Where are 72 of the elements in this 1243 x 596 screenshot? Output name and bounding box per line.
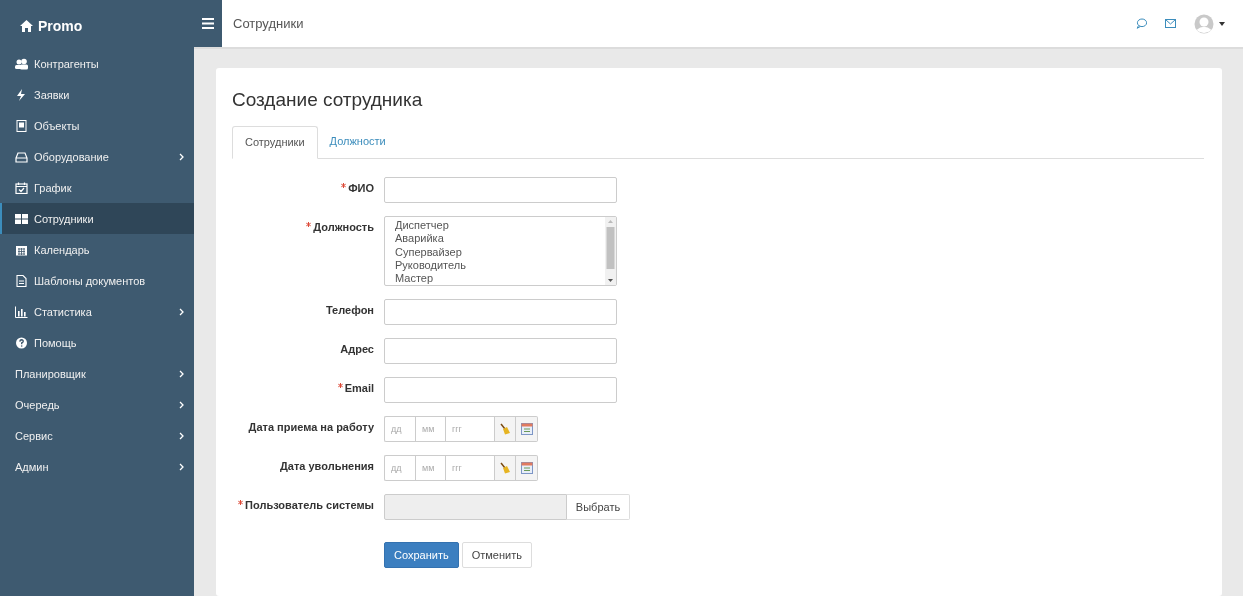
sidebar-item[interactable]: Сотрудники [0, 203, 194, 234]
hard-drive-icon [15, 150, 28, 163]
sidebar-item[interactable]: Админ [0, 451, 194, 482]
menu-icon [202, 18, 214, 29]
calendar-check-icon [15, 181, 28, 194]
field-label: ФИО [348, 182, 374, 194]
sidebar-item[interactable]: Шаблоны документов [0, 265, 194, 296]
help-icon [15, 336, 28, 349]
clear-date-button[interactable] [494, 455, 516, 481]
sidebar-item[interactable]: Контрагенты [0, 48, 194, 79]
position-listbox[interactable]: Диспетчер Аварийка Супервайзер Руководитель Мастер [384, 216, 617, 286]
date-part-field[interactable]: ггг [445, 416, 494, 442]
lightning-icon [15, 88, 28, 101]
sidebar-item[interactable]: Планировщик [0, 358, 194, 389]
sidebar-item[interactable]: Сервис [0, 420, 194, 451]
sidebar-item[interactable]: Оборудование [0, 141, 194, 172]
sidebar-item[interactable]: Очередь [0, 389, 194, 420]
sidebar-item[interactable]: Статистика [0, 296, 194, 327]
caret-icon [1219, 21, 1225, 26]
input-field[interactable] [384, 177, 617, 203]
field-label: Адрес [340, 343, 374, 355]
home-icon [20, 20, 33, 32]
building-icon [15, 119, 28, 132]
clear-date-button[interactable] [494, 416, 516, 442]
document-icon [15, 274, 28, 287]
field-label: Дата увольнения [279, 460, 374, 472]
date-part-field[interactable]: мм [415, 416, 445, 442]
tab[interactable]: Сотрудники [232, 126, 318, 159]
cancel-button[interactable]: Отменить [461, 542, 532, 568]
page-title: Сотрудники [233, 16, 304, 31]
list-option[interactable]: Аварийка [395, 232, 466, 246]
input-field[interactable] [384, 377, 617, 403]
calendar-icon [520, 423, 533, 435]
sidebar-item[interactable]: Объекты [0, 110, 194, 141]
people-icon [15, 57, 28, 70]
field-label: Телефон [325, 304, 374, 316]
broom-icon [499, 423, 511, 435]
sidebar-item[interactable]: Заявки [0, 79, 194, 110]
input-field[interactable] [384, 299, 617, 325]
sidebar-item[interactable]: Календарь [0, 234, 194, 265]
save-button[interactable]: Сохранить [384, 542, 459, 568]
sidebar-item[interactable]: График [0, 172, 194, 203]
menu-button[interactable] [194, 0, 222, 47]
calendar-button[interactable] [516, 416, 538, 442]
list-option[interactable]: Руководитель [395, 258, 466, 273]
field-label: Дата приема на работу [248, 421, 374, 433]
speech-bubble-icon [1136, 18, 1147, 29]
field-label: Пользователь системы [245, 499, 374, 511]
date-part-field[interactable]: мм [415, 455, 445, 481]
input-field[interactable] [384, 338, 617, 364]
scrollbar [605, 217, 616, 285]
calendar-icon [520, 462, 533, 474]
form-title: Создание сотрудника [232, 88, 424, 112]
calendar-icon [15, 243, 28, 256]
bar-chart-icon [15, 305, 28, 318]
select-button[interactable]: Выбрать [567, 494, 630, 520]
field-label: Должность [313, 221, 374, 233]
field-label: Email [344, 382, 374, 394]
date-part-field[interactable]: дд [384, 416, 415, 442]
broom-icon [499, 462, 511, 474]
tab[interactable]: Должности [317, 126, 398, 159]
grid-icon [15, 212, 28, 225]
date-part-field[interactable]: ггг [445, 455, 494, 481]
envelope-icon [1165, 19, 1176, 28]
list-option[interactable]: Мастер [395, 272, 466, 285]
list-option[interactable]: Супервайзер [395, 245, 466, 259]
calendar-button[interactable] [516, 455, 538, 481]
sidebar-item[interactable]: Помощь [0, 327, 194, 358]
app-logo[interactable]: Promo [38, 18, 83, 34]
list-option[interactable]: Диспетчер [395, 219, 466, 233]
avatar-icon [1194, 13, 1214, 34]
date-part-field[interactable]: дд [384, 455, 415, 481]
